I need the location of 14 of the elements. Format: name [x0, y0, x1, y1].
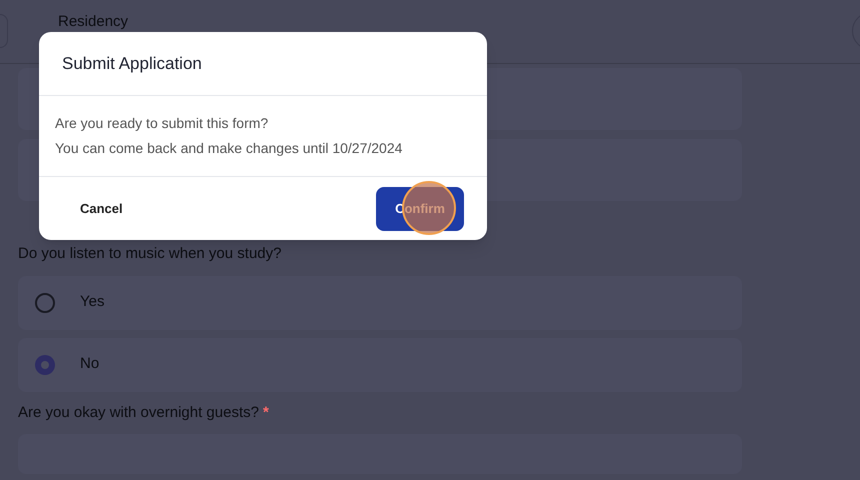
- option-label: No: [80, 354, 100, 374]
- header-tab[interactable]: Residency: [58, 11, 128, 34]
- dialog-message: Are you ready to submit this form?: [55, 114, 270, 133]
- radio-button[interactable]: [35, 292, 55, 312]
- question-text: Do you listen to music when you study?: [18, 244, 282, 264]
- cancel-button[interactable]: Cancel: [63, 186, 140, 230]
- option-label: Yes: [80, 292, 104, 312]
- option-card[interactable]: No: [18, 338, 742, 392]
- required-mark: *: [262, 402, 269, 422]
- question-text: Are you okay with overnight guests?: [18, 402, 259, 422]
- radio-button[interactable]: [35, 354, 55, 374]
- dialog-title: Submit Application: [62, 52, 202, 75]
- option-card[interactable]: Yes: [18, 276, 742, 330]
- dialog-message: You can come back and make changes until 10/27/2024: [55, 139, 404, 158]
